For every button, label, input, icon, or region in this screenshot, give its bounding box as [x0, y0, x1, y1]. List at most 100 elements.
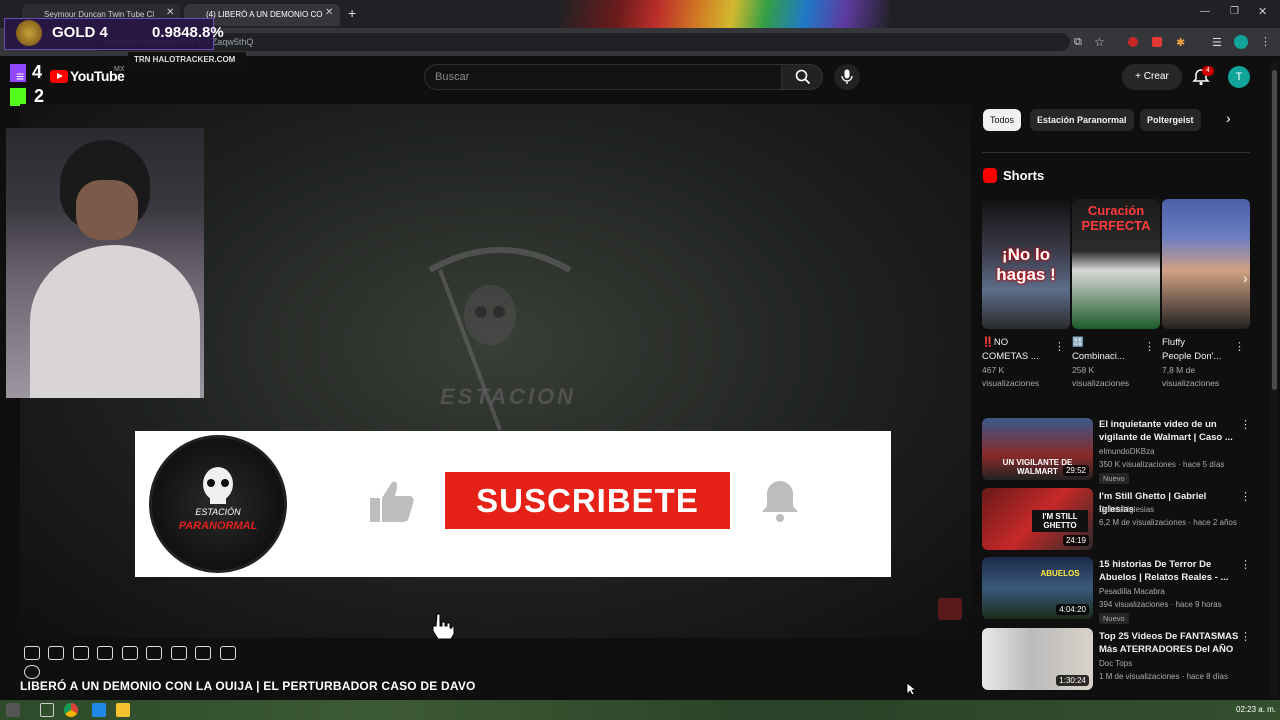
chip-todos[interactable]: Todos — [983, 109, 1022, 131]
taskbar-clock: 02:23 a. m. — [1236, 705, 1277, 714]
app-taskbar-icon[interactable] — [92, 703, 106, 717]
youtube-play-icon — [50, 70, 68, 83]
voice-search-button[interactable] — [834, 64, 860, 90]
close-window-icon[interactable]: ✕ — [1258, 5, 1267, 18]
short-thumbnail-3[interactable] — [1162, 199, 1250, 329]
settings-gear-icon[interactable] — [24, 665, 40, 679]
channel-name[interactable]: Doc Tops — [1099, 659, 1132, 668]
rank-label: GOLD 4 — [52, 24, 108, 41]
task-view-icon[interactable] — [40, 703, 54, 717]
profile-avatar-icon[interactable] — [1234, 35, 1248, 49]
channel-name[interactable]: Gabriel Iglesias — [1099, 505, 1154, 514]
more-options-icon[interactable]: ⋮ — [1054, 340, 1065, 353]
webcam-person-body — [30, 245, 200, 398]
more-options-icon[interactable]: ⋮ — [1240, 558, 1251, 571]
short-views-line1: 467 K — [982, 365, 1005, 375]
video-thumbnail-2[interactable]: I'M STILL GHETTO 24:19 — [982, 488, 1093, 550]
thumbnail-text: I'M STILL GHETTO — [1032, 510, 1088, 532]
video-stats: 394 visualizaciones · hace 9 horas — [1099, 600, 1222, 609]
short-meta-1[interactable]: ‼️NO COMETAS ... 467 K visualizaciones — [982, 336, 1052, 390]
new-tab-button[interactable]: + — [348, 5, 356, 21]
short-thumbnail-1[interactable]: ¡No lo hagas ! — [982, 199, 1070, 329]
channel-corner-logo — [938, 598, 962, 620]
video-thumbnail-4[interactable]: 1:30:24 — [982, 628, 1093, 690]
short-title-line1: ‼️NO — [982, 337, 1009, 348]
logo-text-estacion: ESTACIÓN — [195, 507, 241, 517]
create-button[interactable]: + Crear — [1122, 64, 1182, 90]
file-explorer-icon[interactable] — [116, 703, 130, 717]
install-icon[interactable]: ⧉ — [1074, 36, 1082, 49]
film-icon[interactable] — [97, 646, 114, 660]
tab-label: (4) LIBERÓ A UN DEMONIO CO — [206, 10, 323, 19]
close-tab-icon[interactable]: ✕ — [325, 7, 333, 18]
rank-badge-icon — [16, 20, 42, 46]
channel-watermark: ESTACION — [440, 384, 577, 409]
short-title-line1: Fluffy — [1162, 337, 1186, 348]
kick-count: 2 — [34, 86, 45, 106]
webcam-person-face — [76, 180, 138, 240]
extensions-puzzle-icon[interactable]: ✱ — [1176, 36, 1185, 49]
more-options-icon[interactable]: ⋮ — [1234, 340, 1245, 353]
create-label: Crear — [1143, 71, 1169, 82]
video-title-link[interactable]: Top 25 Videos De FANTASMAS Más ATERRADOR… — [1099, 630, 1239, 656]
region-code: MX — [114, 66, 125, 73]
start-button-icon[interactable] — [6, 703, 20, 717]
loop-icon[interactable] — [24, 646, 40, 660]
bookmark-star-icon[interactable]: ☆ — [1094, 35, 1105, 49]
more-options-icon[interactable]: ⋮ — [1240, 490, 1251, 503]
extension-icon[interactable] — [1152, 37, 1162, 47]
chrome-taskbar-icon[interactable] — [64, 703, 78, 717]
short-thumbnail-2[interactable]: Curación PERFECTA — [1072, 199, 1160, 329]
chip-estacion-paranormal[interactable]: Estación Paranormal — [1030, 109, 1134, 131]
video-duration: 4:04:20 — [1056, 604, 1089, 615]
view-icon[interactable] — [72, 646, 89, 660]
channel-name[interactable]: elmundoDKBza — [1099, 447, 1155, 456]
crop-icon[interactable] — [146, 646, 163, 660]
close-tab-icon[interactable]: ✕ — [166, 7, 174, 18]
user-avatar[interactable]: T — [1228, 66, 1250, 88]
short-meta-2[interactable]: 🔠 Combinaci... 258 K visualizaciones — [1072, 336, 1144, 390]
search-placeholder: Buscar — [435, 71, 470, 83]
video-thumbnail-1[interactable]: UN VIGILANTE DE WALMART 29:52 — [982, 418, 1093, 480]
new-badge: Nuevo — [1099, 613, 1129, 624]
picture-icon[interactable] — [121, 646, 138, 660]
twitch-count: 4 — [32, 62, 43, 82]
hamburger-menu-icon[interactable]: ≡ — [16, 68, 24, 84]
notification-count-badge: 4 — [1202, 66, 1214, 76]
broadcast-icon[interactable] — [48, 646, 65, 660]
microphone-icon — [841, 69, 853, 84]
video-title-link[interactable]: 15 historias De Terror De Abuelos | Rela… — [1099, 558, 1239, 584]
more-options-icon[interactable]: ⋮ — [1240, 418, 1251, 431]
shorts-next-icon[interactable]: › — [1243, 270, 1248, 286]
video-stats: 350 K visualizaciones · hace 5 días — [1099, 460, 1225, 469]
search-input[interactable]: Buscar — [424, 64, 782, 90]
chevron-right-icon[interactable]: › — [1226, 110, 1231, 126]
thumbnail-text: ABUELOS — [1040, 569, 1080, 578]
short-overlay-text: Curación PERFECTA — [1081, 203, 1151, 233]
chip-poltergeist[interactable]: Poltergeist — [1140, 109, 1201, 131]
video-title: LIBERÓ A UN DEMONIO CON LA OUIJA | EL PE… — [20, 679, 476, 693]
video-title-link[interactable]: El inquietante video de un vigilante de … — [1099, 418, 1239, 444]
channel-logo — [149, 435, 287, 573]
scrollbar-thumb[interactable] — [1272, 70, 1277, 390]
channel-name[interactable]: Pesadilla Macabra — [1099, 587, 1165, 596]
extension-icon[interactable] — [1128, 37, 1138, 47]
short-views-line2: visualizaciones — [1072, 378, 1130, 388]
reading-list-icon[interactable]: ☰ — [1212, 36, 1222, 49]
short-title-line1: 🔠 — [1072, 337, 1084, 348]
more-options-icon[interactable]: ⋮ — [1240, 630, 1251, 643]
url-field[interactable]: youtube.com/watch?v=1_TZaqw5thQ — [90, 33, 1070, 51]
screenshot-camera-icon[interactable] — [219, 646, 236, 660]
add-icon[interactable] — [195, 646, 212, 660]
subscribe-graphic: SUSCRIBETE — [445, 472, 730, 529]
restore-icon[interactable]: ❐ — [1230, 6, 1239, 17]
video-thumbnail-3[interactable]: ABUELOS 4:04:20 — [982, 557, 1093, 619]
speed-icon[interactable] — [170, 646, 187, 660]
divider — [982, 152, 1250, 153]
browser-menu-icon[interactable]: ⋮ — [1260, 35, 1271, 48]
search-button[interactable] — [781, 64, 823, 90]
short-views-line1: 258 K — [1072, 365, 1095, 375]
short-meta-3[interactable]: Fluffy People Don'... 7,8 M de visualiza… — [1162, 336, 1234, 390]
minimize-icon[interactable]: — — [1200, 6, 1210, 17]
more-options-icon[interactable]: ⋮ — [1144, 340, 1155, 353]
